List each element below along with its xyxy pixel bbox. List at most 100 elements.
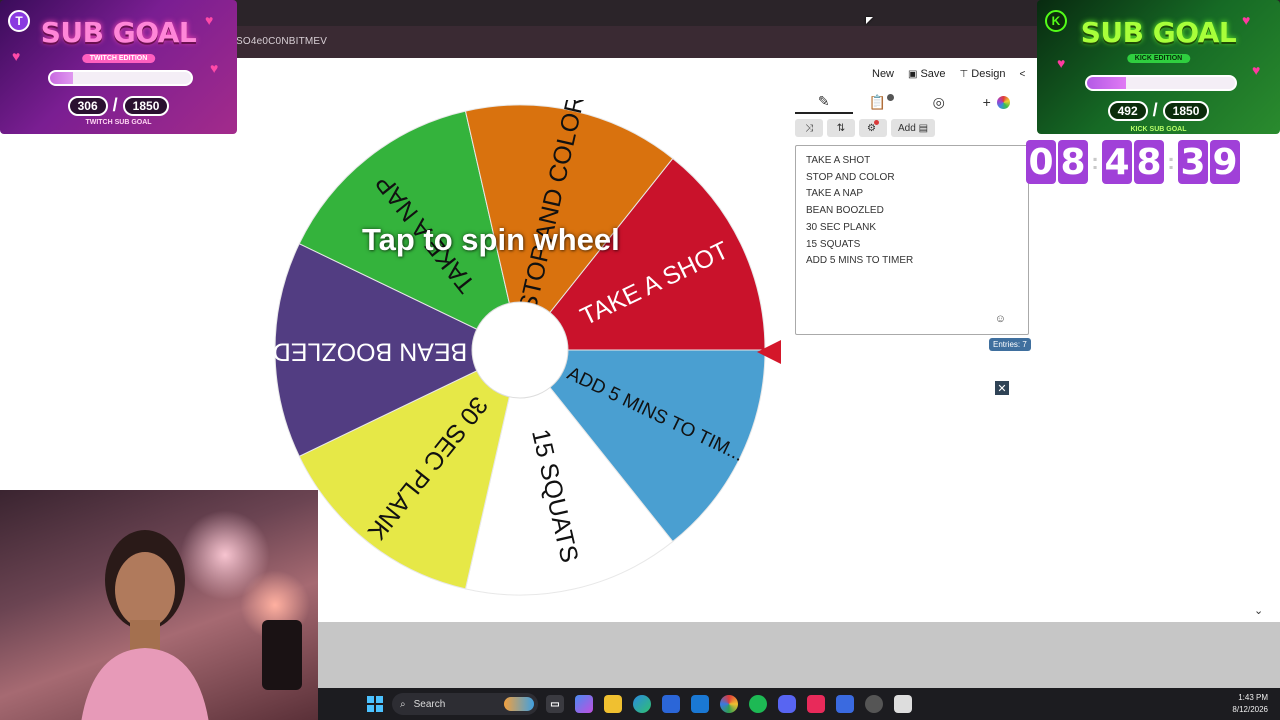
twitch-current-count: 306 bbox=[67, 95, 108, 116]
kick-current-count: 492 bbox=[1107, 100, 1148, 121]
kick-edition-label: KICK EDITION bbox=[1126, 54, 1191, 63]
timer-digit: 3 bbox=[1178, 140, 1208, 184]
obs-icon[interactable] bbox=[865, 695, 883, 713]
page-footer-area bbox=[318, 622, 1280, 688]
heart-icon: ♥ bbox=[1057, 55, 1066, 71]
timer-separator: : bbox=[1167, 149, 1175, 174]
color-wheel-icon bbox=[996, 95, 1010, 109]
kick-target-count: 1850 bbox=[1162, 100, 1210, 121]
mouse-cursor bbox=[866, 17, 873, 24]
wheel-hub[interactable] bbox=[471, 301, 569, 399]
heart-icon: ♥ bbox=[1252, 62, 1261, 78]
timer-digit: 4 bbox=[1102, 140, 1132, 184]
twitch-progress-bar bbox=[48, 70, 193, 86]
heart-icon: ♥ bbox=[12, 48, 21, 64]
twitch-counts: 306 / 1850 bbox=[0, 95, 237, 116]
edge-icon[interactable] bbox=[633, 695, 651, 713]
kick-goal-title: SUB GOAL bbox=[1080, 16, 1237, 49]
save-label: Save bbox=[920, 68, 946, 80]
eye-slash-icon: ◎ bbox=[932, 93, 945, 110]
timer-digit: 8 bbox=[1134, 140, 1164, 184]
streamer-silhouette bbox=[81, 530, 209, 720]
plus-icon: + bbox=[982, 94, 991, 110]
entries-count-badge: Entries: 7 bbox=[989, 338, 1031, 351]
close-icon[interactable]: ✕ bbox=[995, 381, 1009, 395]
twitch-goal-title: SUB GOAL bbox=[40, 16, 197, 49]
windows-start-icon[interactable] bbox=[367, 696, 383, 712]
sort-button[interactable]: ⇅ bbox=[827, 119, 855, 137]
new-button[interactable]: New bbox=[872, 68, 894, 80]
chevron-down-icon[interactable]: ⌄ bbox=[1254, 604, 1263, 617]
task-view-icon[interactable]: ▭ bbox=[546, 695, 564, 713]
image-icon: ▤ bbox=[918, 122, 929, 134]
wheel-pointer bbox=[757, 340, 781, 364]
editor-tabs: ✎ 📋 ◎ + bbox=[795, 90, 1025, 114]
clock-date: 8/12/2026 bbox=[1232, 705, 1268, 714]
microphone bbox=[262, 620, 302, 690]
pencil-icon: ✎ bbox=[817, 92, 830, 109]
twitch-sub-goal-overlay: T ♥ ♥ ♥ SUB GOAL TWITCH EDITION 306 / 18… bbox=[0, 0, 237, 134]
clipboard-icon: 📋 bbox=[868, 93, 886, 110]
page-toolbar: New ▣ Save ⊤ Design < bbox=[872, 66, 1025, 82]
count-separator: / bbox=[112, 95, 118, 115]
copilot-icon[interactable] bbox=[575, 695, 593, 713]
twitch-target-count: 1850 bbox=[122, 95, 170, 116]
tab-add-wheel[interactable]: + bbox=[968, 90, 1026, 114]
entry-line: STOP AND COLOR bbox=[806, 171, 895, 183]
add-image-label: Add bbox=[898, 122, 916, 134]
search-label: Search bbox=[413, 698, 446, 710]
kick-goal-caption: KICK SUB GOAL bbox=[1130, 126, 1187, 133]
file-explorer-icon[interactable] bbox=[604, 695, 622, 713]
taskbar-clock[interactable]: 1:43 PM 8/12/2026 bbox=[1232, 692, 1268, 716]
entry-line: 30 SEC PLANK bbox=[806, 221, 877, 233]
entry-line: ADD 5 MINS TO TIMER bbox=[806, 255, 914, 267]
wheel-segment-label: BEAN BOOZLED bbox=[273, 337, 468, 365]
design-label: Design bbox=[971, 68, 1006, 80]
timer-digit: 9 bbox=[1210, 140, 1240, 184]
timer-separator: : bbox=[1091, 149, 1099, 174]
share-button[interactable]: < bbox=[1020, 69, 1026, 80]
chrome-icon[interactable] bbox=[720, 695, 738, 713]
entry-line: TAKE A NAP bbox=[806, 188, 864, 200]
heart-icon: ♥ bbox=[210, 60, 219, 76]
store-icon[interactable] bbox=[662, 695, 680, 713]
taskbar-search[interactable]: ⌕ Search bbox=[392, 693, 538, 715]
kick-progress-fill bbox=[1087, 77, 1127, 89]
kick-counts: 492 / 1850 bbox=[1037, 100, 1280, 121]
twitch-edition-label: TWITCH EDITION bbox=[81, 54, 156, 63]
search-highlight-art bbox=[504, 697, 534, 711]
new-label: New bbox=[872, 68, 895, 80]
design-button[interactable]: ⊤ Design bbox=[960, 68, 1006, 80]
spotify-icon[interactable] bbox=[749, 695, 767, 713]
timer-digit: 0 bbox=[1026, 140, 1056, 184]
save-button[interactable]: ▣ Save bbox=[908, 68, 946, 80]
emoji-icon[interactable]: ☺ bbox=[995, 313, 1006, 325]
notepad-icon[interactable] bbox=[894, 695, 912, 713]
spin-prompt[interactable]: Tap to spin wheel bbox=[362, 222, 620, 258]
kick-progress-bar bbox=[1085, 75, 1237, 91]
outlook-icon[interactable] bbox=[691, 695, 709, 713]
share-icon: < bbox=[1019, 68, 1026, 80]
timer-digit: 8 bbox=[1058, 140, 1088, 184]
tab-results[interactable]: 📋 bbox=[853, 90, 911, 114]
results-badge bbox=[886, 93, 894, 101]
notification-dot bbox=[873, 119, 879, 125]
countdown-timer: 0 8 : 4 8 : 3 9 bbox=[1026, 140, 1240, 184]
entries-textarea[interactable]: TAKE A SHOT STOP AND COLOR TAKE A NAP BE… bbox=[795, 145, 1029, 335]
add-image-button[interactable]: Add ▤ bbox=[891, 119, 936, 137]
tiktok-icon[interactable] bbox=[807, 695, 825, 713]
url-text[interactable]: SO4e0C0NBITMEV bbox=[236, 36, 327, 47]
tab-edit[interactable]: ✎ bbox=[795, 90, 853, 114]
kick-sub-goal-overlay: K ♥ ♥ ♥ SUB GOAL KICK EDITION 492 / 1850… bbox=[1037, 0, 1280, 134]
search-icon: ⌕ bbox=[400, 698, 406, 710]
photos-icon[interactable] bbox=[836, 695, 854, 713]
entry-actions: ⤨ ⇅ ⚙ Add ▤ bbox=[795, 119, 936, 137]
shuffle-button[interactable]: ⤨ bbox=[795, 119, 823, 137]
tab-hidden[interactable]: ◎ bbox=[910, 90, 968, 114]
twitch-goal-caption: TWITCH SUB GOAL bbox=[85, 119, 152, 126]
shuffle-icon: ⤨ bbox=[805, 122, 813, 134]
advanced-button[interactable]: ⚙ bbox=[859, 119, 887, 137]
discord-icon[interactable] bbox=[778, 695, 796, 713]
spin-wheel[interactable]: TAKE A SHOTADD 5 MINS TO TIM...15 SQUATS… bbox=[270, 100, 770, 600]
save-icon: ▣ bbox=[908, 68, 918, 80]
